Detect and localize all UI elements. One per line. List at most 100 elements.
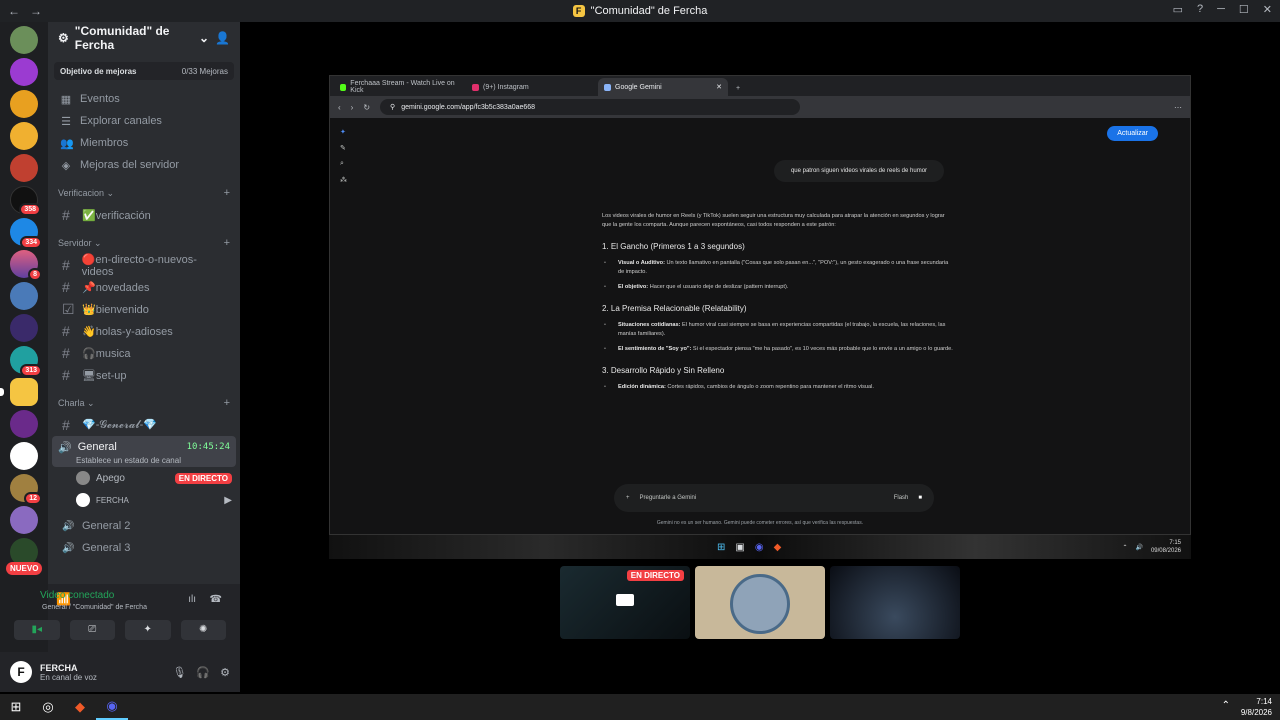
avatar[interactable]: F: [10, 661, 32, 683]
server-icon[interactable]: 8: [10, 250, 42, 281]
discord-icon: ◉: [754, 541, 764, 553]
server-icon[interactable]: 12: [10, 474, 42, 505]
server-icon[interactable]: 334: [10, 218, 42, 249]
calendar-icon: ▦: [60, 93, 72, 106]
search-icon[interactable]: ⌕: [340, 160, 347, 168]
soundboard-button[interactable]: ✺: [180, 620, 226, 640]
plus-icon[interactable]: +: [626, 495, 630, 501]
system-clock[interactable]: 7:14 9/8/2026: [1241, 696, 1272, 718]
channel-bienvenido[interactable]: ☑ 👑bienvenido: [52, 298, 236, 320]
server-icon[interactable]: [10, 58, 38, 86]
server-icon-active[interactable]: [0, 378, 38, 406]
add-channel-icon[interactable]: +: [224, 237, 230, 249]
gems-icon[interactable]: ⁂: [340, 176, 347, 184]
reload-icon[interactable]: ↻: [363, 103, 370, 112]
noise-icon[interactable]: ılı: [188, 594, 196, 605]
tab-instagram[interactable]: (9+) Instagram: [466, 78, 596, 96]
discord-icon[interactable]: ◉: [96, 694, 128, 720]
brave-icon[interactable]: ◆: [64, 694, 96, 720]
participant-tile-fercha[interactable]: [830, 566, 960, 639]
server-icon[interactable]: 313: [10, 346, 42, 377]
channel-set-up[interactable]: # 🖥set-up: [52, 364, 236, 386]
participant-tile-apego[interactable]: [695, 566, 825, 639]
channel-novedades[interactable]: # 📌novedades: [52, 276, 236, 298]
channel-verificacion[interactable]: # ✅verificación: [52, 204, 236, 226]
answer-bullet: El objetivo: Hacer que el usuario deje d…: [602, 283, 954, 292]
prompt-placeholder: Preguntarle a Gemini: [639, 495, 697, 501]
voice-user-name: Apego: [96, 472, 125, 484]
inbox-icon[interactable]: ▭: [1173, 3, 1183, 16]
forward-arrow-icon[interactable]: →: [30, 4, 42, 18]
close-tab-icon[interactable]: ✕: [716, 83, 722, 91]
obs-icon[interactable]: ◎: [32, 694, 64, 720]
voice-user[interactable]: Apego EN DIRECTO: [48, 467, 240, 489]
tab-kick[interactable]: Ferchaaa Stream - Watch Live on Kick: [334, 78, 464, 96]
channel-status[interactable]: Establece un estado de canal: [58, 456, 230, 465]
add-channel-icon[interactable]: +: [224, 397, 230, 409]
disconnect-icon[interactable]: ☎: [210, 594, 222, 605]
server-icon[interactable]: [10, 282, 38, 310]
category-servidor[interactable]: Servidor ⌄ +: [48, 232, 240, 254]
tab-gemini[interactable]: Google Gemini ✕: [598, 78, 728, 96]
server-icon[interactable]: 358: [10, 186, 41, 216]
prompt-box[interactable]: + Preguntarle a Gemini Flash ■: [614, 484, 934, 512]
boost-goal[interactable]: Objetivo de mejoras 0/33 Mejoras: [54, 62, 234, 80]
model-selector[interactable]: Flash: [894, 495, 909, 501]
server-icon[interactable]: [10, 122, 38, 150]
voice-channel-general-3[interactable]: 🔊 General 3: [52, 537, 236, 559]
add-channel-icon[interactable]: +: [224, 187, 230, 199]
add-user-icon[interactable]: 👤: [215, 31, 230, 45]
server-name: "Comunidad" de Fercha: [74, 24, 170, 52]
answer-bullet: Situaciones cotidianas: El humor viral c…: [602, 321, 954, 339]
category-charla[interactable]: Charla ⌄ +: [48, 392, 240, 414]
gemini-logo-icon[interactable]: ✦: [340, 128, 347, 136]
server-header[interactable]: ⚙ "Comunidad" de Fercha ⌄ 👤: [48, 22, 240, 54]
channel-musica[interactable]: # 🎧musica: [52, 342, 236, 364]
screen-share-button[interactable]: ⎚: [69, 620, 115, 640]
help-icon[interactable]: ?: [1197, 3, 1203, 16]
start-icon[interactable]: ⊞: [0, 694, 32, 720]
live-badge: EN DIRECTO: [626, 570, 684, 581]
nav-events[interactable]: ▦ Eventos: [48, 88, 240, 110]
category-verificacion[interactable]: Verificacion ⌄ +: [48, 182, 240, 204]
new-chat-icon[interactable]: ✎: [340, 144, 347, 152]
server-icon[interactable]: [10, 442, 38, 470]
headphones-icon[interactable]: 🎧: [196, 666, 210, 679]
video-button[interactable]: ▮◂: [14, 620, 60, 640]
nav-browse-channels[interactable]: ☰ Explorar canales: [48, 110, 240, 132]
nav-members[interactable]: 👥 Miembros: [48, 132, 240, 154]
avatar: [76, 493, 90, 507]
voice-channel-general[interactable]: 🔊 General 10:45:24 Establece un estado de …: [52, 436, 236, 467]
new-tab-icon[interactable]: +: [730, 85, 746, 96]
stream-thumbnail[interactable]: EN DIRECTO: [560, 566, 690, 639]
server-icon[interactable]: [10, 506, 38, 534]
channel-holas-y-adioses[interactable]: # 👋holas-y-adioses: [52, 320, 236, 342]
voice-channel-general-2[interactable]: 🔊 General 2: [52, 515, 236, 537]
stop-icon[interactable]: ■: [918, 495, 922, 501]
activities-button[interactable]: ✦: [125, 620, 171, 640]
back-icon[interactable]: ‹: [338, 103, 341, 112]
forward-icon[interactable]: ›: [351, 103, 354, 112]
back-arrow-icon[interactable]: ←: [8, 4, 20, 18]
server-icon[interactable]: [10, 410, 38, 438]
bullet-text: Si el espectador piensa "me ha pasado", …: [691, 346, 953, 352]
channel-en-directo[interactable]: # 🔴en-directo-o-nuevos-videos: [52, 254, 236, 278]
url-field[interactable]: ⚲ gemini.google.com/app/fc3b5c383a0ae668: [380, 99, 801, 115]
server-icon[interactable]: [10, 90, 38, 118]
voice-user[interactable]: FERCHA ▶: [48, 489, 240, 511]
close-button[interactable]: ✕: [1263, 3, 1272, 16]
tray-arrow-icon[interactable]: ⌃: [1222, 700, 1230, 711]
maximize-button[interactable]: ☐: [1239, 3, 1249, 16]
section-title: 2. La Premisa Relacionable (Relatability…: [602, 304, 747, 313]
server-icon[interactable]: [10, 314, 38, 342]
minimize-button[interactable]: ─: [1217, 3, 1225, 16]
update-button[interactable]: Actualizar: [1107, 126, 1158, 141]
extensions-icon[interactable]: ⋯: [1174, 103, 1182, 112]
settings-icon[interactable]: ⚙: [220, 666, 230, 679]
microphone-icon[interactable]: 🎙: [172, 666, 186, 679]
server-icon[interactable]: [10, 26, 38, 54]
nav-boosts[interactable]: ◈ Mejoras del servidor: [48, 154, 240, 176]
server-icon[interactable]: [10, 154, 38, 182]
bullet-bold: Visual o Auditivo:: [618, 260, 665, 266]
channel-general-text[interactable]: # 💎-𝓖𝓮𝓷𝓮𝓻𝓪𝓵-💎: [52, 414, 236, 436]
